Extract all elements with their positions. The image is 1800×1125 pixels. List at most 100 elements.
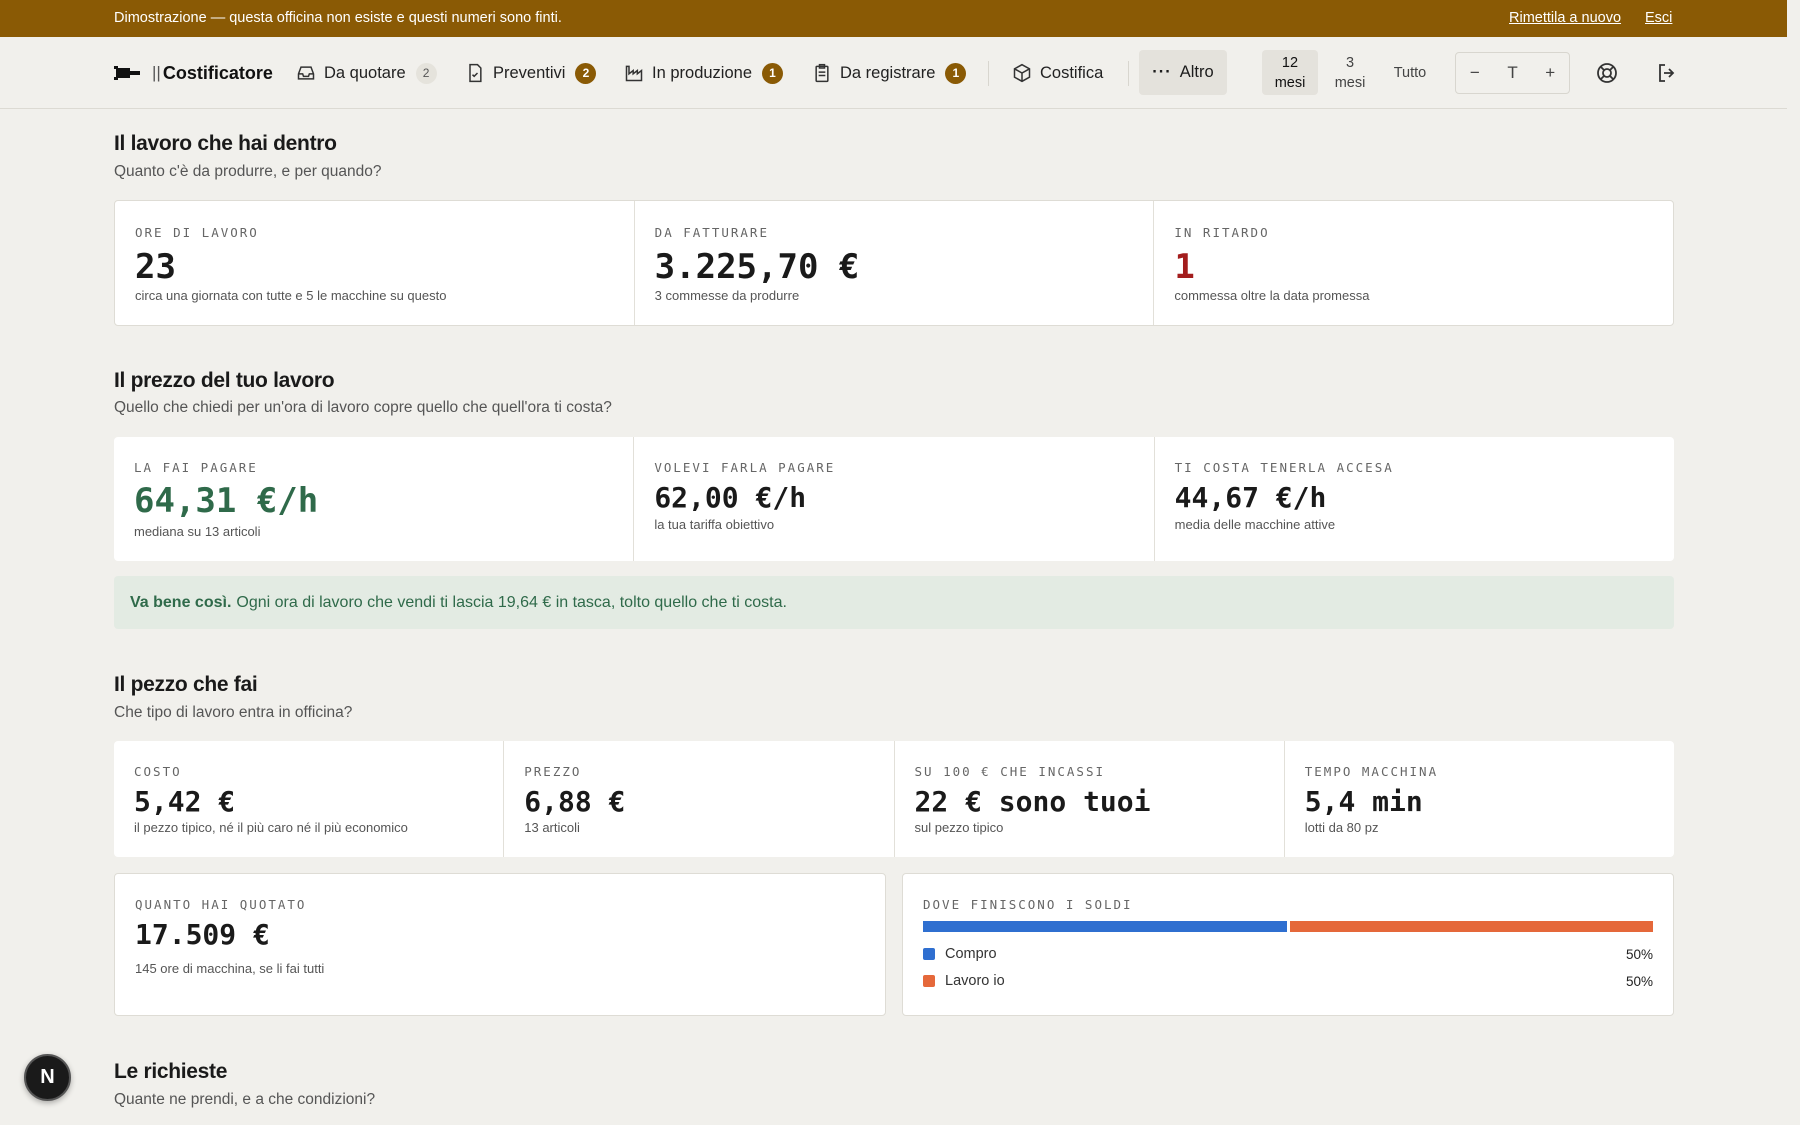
brand-home-link[interactable]: || Costificatore bbox=[114, 37, 273, 109]
range-12-months[interactable]: 12 mesi bbox=[1262, 50, 1318, 95]
nav-item-label: Costifica bbox=[1040, 63, 1104, 82]
nav-item-costifica[interactable]: Costifica bbox=[1012, 37, 1103, 109]
legend-swatch bbox=[923, 948, 935, 960]
legend-item-lavoro: Lavoro io 50% bbox=[923, 973, 1653, 989]
nav-item-da-quotare[interactable]: Da quotare 2 bbox=[296, 37, 437, 109]
nav-item-da-registrare[interactable]: Da registrare 1 bbox=[812, 37, 967, 109]
stat-value: 44,67 €/h bbox=[1174, 481, 1327, 514]
section-subtitle: Quello che chiedi per un'ora di lavoro c… bbox=[114, 399, 612, 416]
range-all-label: Tutto bbox=[1393, 64, 1427, 81]
count-badge: 2 bbox=[415, 62, 437, 84]
stat-card-fai-pagare: LA FAI PAGARE 64,31 €/h mediana su 13 ar… bbox=[114, 437, 635, 561]
more-menu-button[interactable]: ··· Altro bbox=[1139, 50, 1227, 95]
verdict-banner: Va bene così. Ogni ora di lavoro che ven… bbox=[114, 576, 1674, 629]
range-3-months-number: 3 bbox=[1345, 54, 1355, 71]
factory-icon bbox=[625, 65, 643, 82]
nav-divider bbox=[988, 61, 989, 86]
legend-percent: 50% bbox=[1625, 973, 1653, 989]
stat-note: mediana su 13 articoli bbox=[134, 524, 261, 539]
exit-demo-link[interactable]: Esci bbox=[1645, 10, 1672, 26]
money-split-card: DOVE FINISCONO I SOLDI Compro 50% Lavoro… bbox=[902, 873, 1674, 1016]
section-title: Il pezzo che fai bbox=[114, 673, 258, 696]
stat-note: circa una giornata con tutte e 5 le macc… bbox=[135, 288, 447, 303]
stat-note: lotti da 80 pz bbox=[1304, 820, 1379, 835]
stat-label: SU 100 € CHE INCASSI bbox=[914, 764, 1106, 779]
separator-bars: || bbox=[152, 63, 161, 82]
stat-value: 6,88 € bbox=[524, 785, 626, 818]
stat-note: 3 commesse da produrre bbox=[654, 288, 800, 303]
count-badge: 2 bbox=[575, 62, 597, 84]
section-subtitle: Quante ne prendi, e a che condizioni? bbox=[114, 1091, 376, 1108]
legend-swatch bbox=[923, 975, 935, 987]
stat-value: 1 bbox=[1174, 247, 1195, 287]
stat-value: 5,4 min bbox=[1304, 785, 1423, 818]
nav-divider bbox=[1128, 61, 1129, 86]
range-3-months[interactable]: 3 mesi bbox=[1322, 50, 1378, 95]
stat-value: 23 bbox=[135, 247, 176, 287]
file-check-icon bbox=[469, 63, 482, 83]
logo-icon bbox=[114, 66, 140, 80]
stat-note: 145 ore di macchina, se li fai tutti bbox=[135, 961, 325, 976]
nav-item-label: Da registrare bbox=[840, 63, 936, 82]
stat-note: media delle macchine attive bbox=[1174, 517, 1336, 532]
verdict-text: Ogni ora di lavoro che vendi ti lascia 1… bbox=[236, 593, 787, 611]
help-lifebuoy-icon[interactable] bbox=[1595, 61, 1619, 85]
stat-card-in-ritardo: IN RITARDO 1 commessa oltre la data prom… bbox=[1154, 201, 1673, 325]
quoted-total-card: QUANTO HAI QUOTATO 17.509 € 145 ore di m… bbox=[114, 873, 886, 1016]
stat-value: 62,00 €/h bbox=[654, 481, 807, 514]
stat-card-ti-costa: TI COSTA TENERLA ACCESA 44,67 €/h media … bbox=[1155, 437, 1674, 561]
money-split-bar bbox=[923, 921, 1653, 932]
stat-value: 64,31 €/h bbox=[134, 481, 319, 521]
stat-card-ore: ORE DI LAVORO 23 circa una giornata con … bbox=[115, 201, 635, 325]
stat-value: 22 € sono tuoi bbox=[914, 785, 1151, 818]
count-badge: 1 bbox=[762, 62, 783, 84]
section-title: Il prezzo del tuo lavoro bbox=[114, 369, 335, 392]
text-larger-button[interactable]: + bbox=[1531, 53, 1569, 93]
range-12-months-number: 12 bbox=[1281, 54, 1299, 71]
dev-tools-button[interactable]: N bbox=[24, 1054, 71, 1101]
stat-label: ORE DI LAVORO bbox=[135, 225, 259, 240]
split-segment-lavoro bbox=[1289, 921, 1653, 932]
count-badge: 1 bbox=[945, 62, 967, 84]
nav-item-label: In produzione bbox=[652, 63, 752, 82]
stat-label: TI COSTA TENERLA ACCESA bbox=[1174, 460, 1394, 475]
stat-card-tempo-macchina: TEMPO MACCHINA 5,4 min lotti da 80 pz bbox=[1285, 741, 1674, 857]
demo-banner-message: Dimostrazione — questa officina non esis… bbox=[114, 10, 562, 26]
stat-label: IN RITARDO bbox=[1174, 225, 1270, 240]
stat-label: TEMPO MACCHINA bbox=[1304, 764, 1439, 779]
stat-value: 17.509 € bbox=[135, 918, 270, 951]
price-cards: LA FAI PAGARE 64,31 €/h mediana su 13 ar… bbox=[114, 437, 1674, 561]
stat-note: sul pezzo tipico bbox=[914, 820, 1004, 835]
stat-card-margine: SU 100 € CHE INCASSI 22 € sono tuoi sul … bbox=[895, 741, 1285, 857]
nav-item-preventivi[interactable]: Preventivi 2 bbox=[465, 37, 597, 109]
text-smaller-button[interactable]: − bbox=[1456, 53, 1494, 93]
stat-label: DA FATTURARE bbox=[654, 225, 769, 240]
section-title: Il lavoro che hai dentro bbox=[114, 132, 337, 155]
section-subtitle: Che tipo di lavoro entra in officina? bbox=[114, 704, 353, 721]
logout-icon[interactable] bbox=[1655, 61, 1679, 85]
reset-demo-link[interactable]: Rimettila a nuovo bbox=[1509, 10, 1621, 26]
range-all[interactable]: Tutto bbox=[1384, 50, 1436, 95]
stat-card-volevi: VOLEVI FARLA PAGARE 62,00 €/h la tua tar… bbox=[634, 437, 1155, 561]
more-menu-label: Altro bbox=[1179, 63, 1214, 81]
more-dots-icon: ··· bbox=[1152, 63, 1172, 81]
stat-card-da-fatturare: DA FATTURARE 3.225,70 € 3 commesse da pr… bbox=[635, 201, 1155, 325]
legend-label: Compro bbox=[945, 946, 997, 962]
section-subtitle: Quanto c'è da produrre, e per quando? bbox=[114, 163, 382, 180]
stat-note: 13 articoli bbox=[524, 820, 580, 835]
stat-label: PREZZO bbox=[524, 764, 582, 779]
demo-banner: Dimostrazione — questa officina non esis… bbox=[0, 0, 1787, 37]
stat-value: 3.225,70 € bbox=[654, 247, 860, 287]
legend-percent: 50% bbox=[1625, 946, 1653, 962]
nav-item-label: Preventivi bbox=[493, 63, 566, 82]
stat-label: QUANTO HAI QUOTATO bbox=[135, 897, 307, 912]
text-size-button[interactable]: T bbox=[1494, 53, 1532, 93]
stat-label: VOLEVI FARLA PAGARE bbox=[654, 460, 836, 475]
legend-label: Lavoro io bbox=[945, 973, 1005, 989]
split-segment-compro bbox=[923, 921, 1287, 932]
range-3-months-unit: mesi bbox=[1334, 74, 1366, 91]
nav-item-in-produzione[interactable]: In produzione 1 bbox=[624, 37, 783, 109]
stat-label: LA FAI PAGARE bbox=[134, 460, 258, 475]
stat-note: commessa oltre la data promessa bbox=[1174, 288, 1370, 303]
stat-label: COSTO bbox=[134, 764, 182, 779]
